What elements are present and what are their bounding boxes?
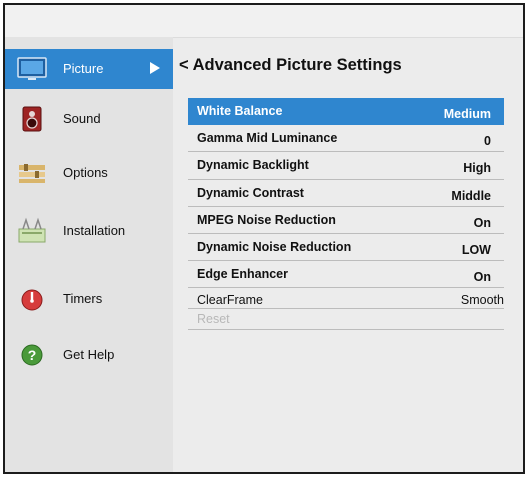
setting-row-clearframe[interactable]: ClearFrame Smooth [188,288,504,310]
tv-icon [17,57,47,80]
page-title[interactable]: < Advanced Picture Settings [179,56,402,75]
setting-name: White Balance [197,104,283,118]
setting-value: On [473,270,491,285]
installation-icon [18,217,46,243]
setting-name: MPEG Noise Reduction [197,212,336,227]
setting-name: Gamma Mid Luminance [197,131,338,146]
top-band [5,5,523,38]
sidebar-item-label: Installation [63,223,126,238]
sidebar-item-sound[interactable]: Sound [5,99,173,139]
main-panel: < Advanced Picture Settings White Balance… [173,37,523,472]
setting-value: On [473,215,491,230]
setting-value: High [463,161,491,176]
timer-icon [21,289,43,311]
setting-name: Dynamic Noise Reduction [197,239,352,254]
setting-row-dynamic-contrast[interactable]: Dynamic Contrast Middle [188,180,504,207]
sidebar-item-label: Timers [63,291,103,306]
setting-value: Smooth [460,293,504,308]
setting-name: ClearFrame [197,293,263,308]
options-icon [19,164,45,183]
back-arrow[interactable]: < [179,56,189,75]
setting-row-white-balance[interactable]: White Balance Medium [188,98,504,126]
arrow-right-icon [150,62,160,74]
setting-row-reset: Reset [188,309,504,331]
sidebar-item-label: Get Help [63,347,115,362]
help-icon: ? [21,344,43,366]
setting-row-dynamic-backlight[interactable]: Dynamic Backlight High [188,152,504,180]
sidebar-item-picture[interactable]: Picture [5,49,173,89]
sidebar-item-label: Sound [63,111,101,126]
setting-name: Reset [197,312,230,327]
svg-text:?: ? [28,347,37,363]
sidebar-item-label: Picture [63,61,104,76]
setting-value: Medium [443,107,491,121]
tv-menu-frame: Picture Sound Options Installation Timer… [3,3,525,474]
sidebar: Picture Sound Options Installation Timer… [5,37,173,472]
setting-row-edge-enhancer[interactable]: Edge Enhancer On [188,261,504,289]
sidebar-item-label: Options [63,165,108,180]
setting-value: Middle [451,188,491,203]
setting-name: Dynamic Contrast [197,185,304,200]
setting-name: Dynamic Backlight [197,158,309,173]
setting-value: LOW [461,242,491,257]
setting-row-mpeg-noise-reduction[interactable]: MPEG Noise Reduction On [188,207,504,234]
setting-name: Edge Enhancer [197,267,288,282]
sidebar-item-get-help[interactable]: ? Get Help [5,335,173,375]
page-title-text: Advanced Picture Settings [192,56,402,74]
sidebar-item-timers[interactable]: Timers [5,279,173,319]
setting-value: 0 [484,134,491,149]
setting-row-dynamic-noise-reduction[interactable]: Dynamic Noise Reduction LOW [188,234,504,262]
sidebar-item-installation[interactable]: Installation [5,211,173,251]
sidebar-item-options[interactable]: Options [5,153,173,193]
settings-list: White Balance Medium Gamma Mid Luminance… [188,98,504,331]
setting-row-gamma-mid-luminance[interactable]: Gamma Mid Luminance 0 [188,125,504,153]
speaker-icon [22,106,42,132]
